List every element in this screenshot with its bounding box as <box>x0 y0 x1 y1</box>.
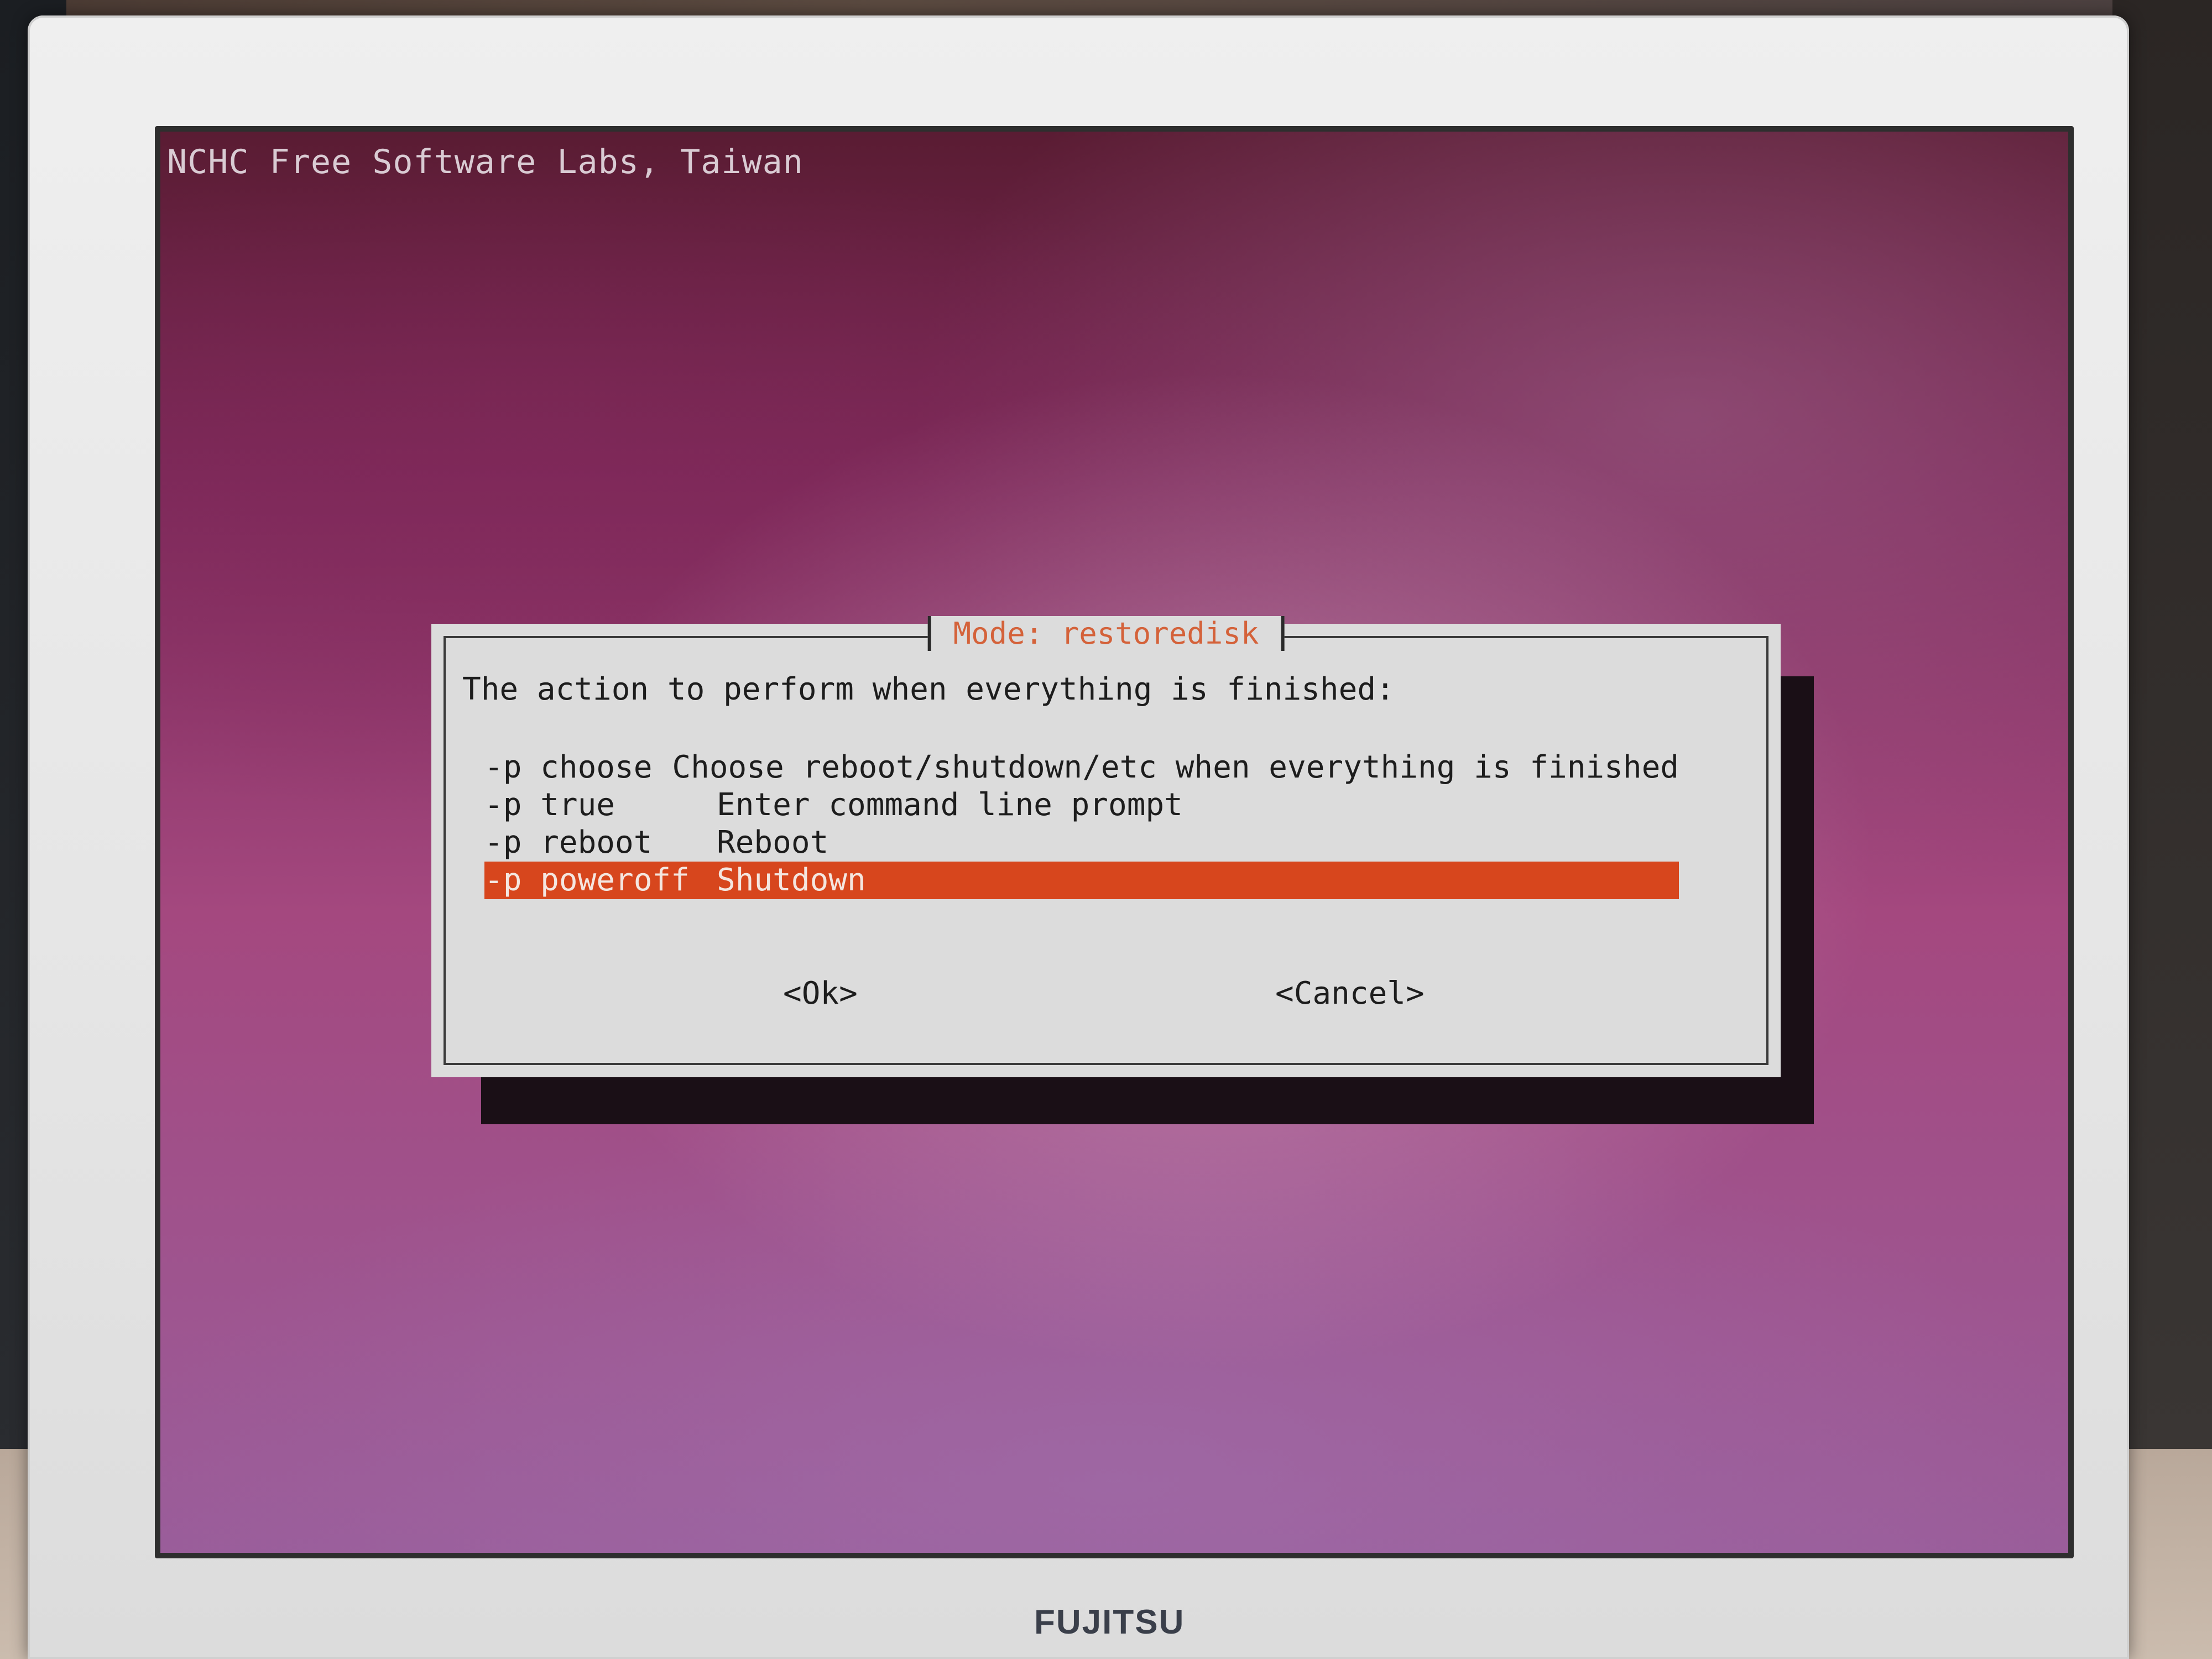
menu-item-description: Reboot <box>717 825 829 860</box>
menu-item-poweroff[interactable]: -p poweroff Shutdown <box>484 862 1679 899</box>
ok-button[interactable]: <Ok> <box>783 975 858 1011</box>
dialog-title: Mode: restoredisk <box>927 616 1285 651</box>
dialog-frame: Mode: restoredisk The action to perform … <box>444 616 1768 1065</box>
monitor-bezel: NCHC Free Software Labs, Taiwan Mode: re… <box>28 15 2129 1659</box>
menu-item-reboot[interactable]: -p reboot Reboot <box>484 824 1679 862</box>
menu-item-description: Shutdown <box>717 862 866 898</box>
dialog-prompt: The action to perform when everything is… <box>462 671 1395 707</box>
monitor-screen: NCHC Free Software Labs, Taiwan Mode: re… <box>155 126 2074 1558</box>
menu-item-description: Choose reboot/shutdown/etc when everythi… <box>672 749 1679 785</box>
cancel-button[interactable]: <Cancel> <box>1275 975 1425 1011</box>
menu-item-choose[interactable]: -p choose Choose reboot/shutdown/etc whe… <box>484 749 1679 786</box>
mode-dialog: Mode: restoredisk The action to perform … <box>431 616 1781 1077</box>
action-menu: -p choose Choose reboot/shutdown/etc whe… <box>484 749 1679 899</box>
menu-item-option: -p reboot <box>484 825 653 860</box>
menu-item-option: -p true <box>484 787 615 823</box>
menu-item-description: Enter command line prompt <box>717 787 1183 823</box>
brand-logo: FUJITSU <box>1034 1603 1185 1641</box>
menu-item-option: -p choose <box>484 749 653 785</box>
menu-item-true[interactable]: -p true Enter command line prompt <box>484 786 1679 824</box>
dialog-buttons: <Ok> <Cancel> <box>446 975 1766 1020</box>
menu-item-option: -p poweroff <box>484 862 690 898</box>
screen-title: NCHC Free Software Labs, Taiwan <box>167 143 804 181</box>
